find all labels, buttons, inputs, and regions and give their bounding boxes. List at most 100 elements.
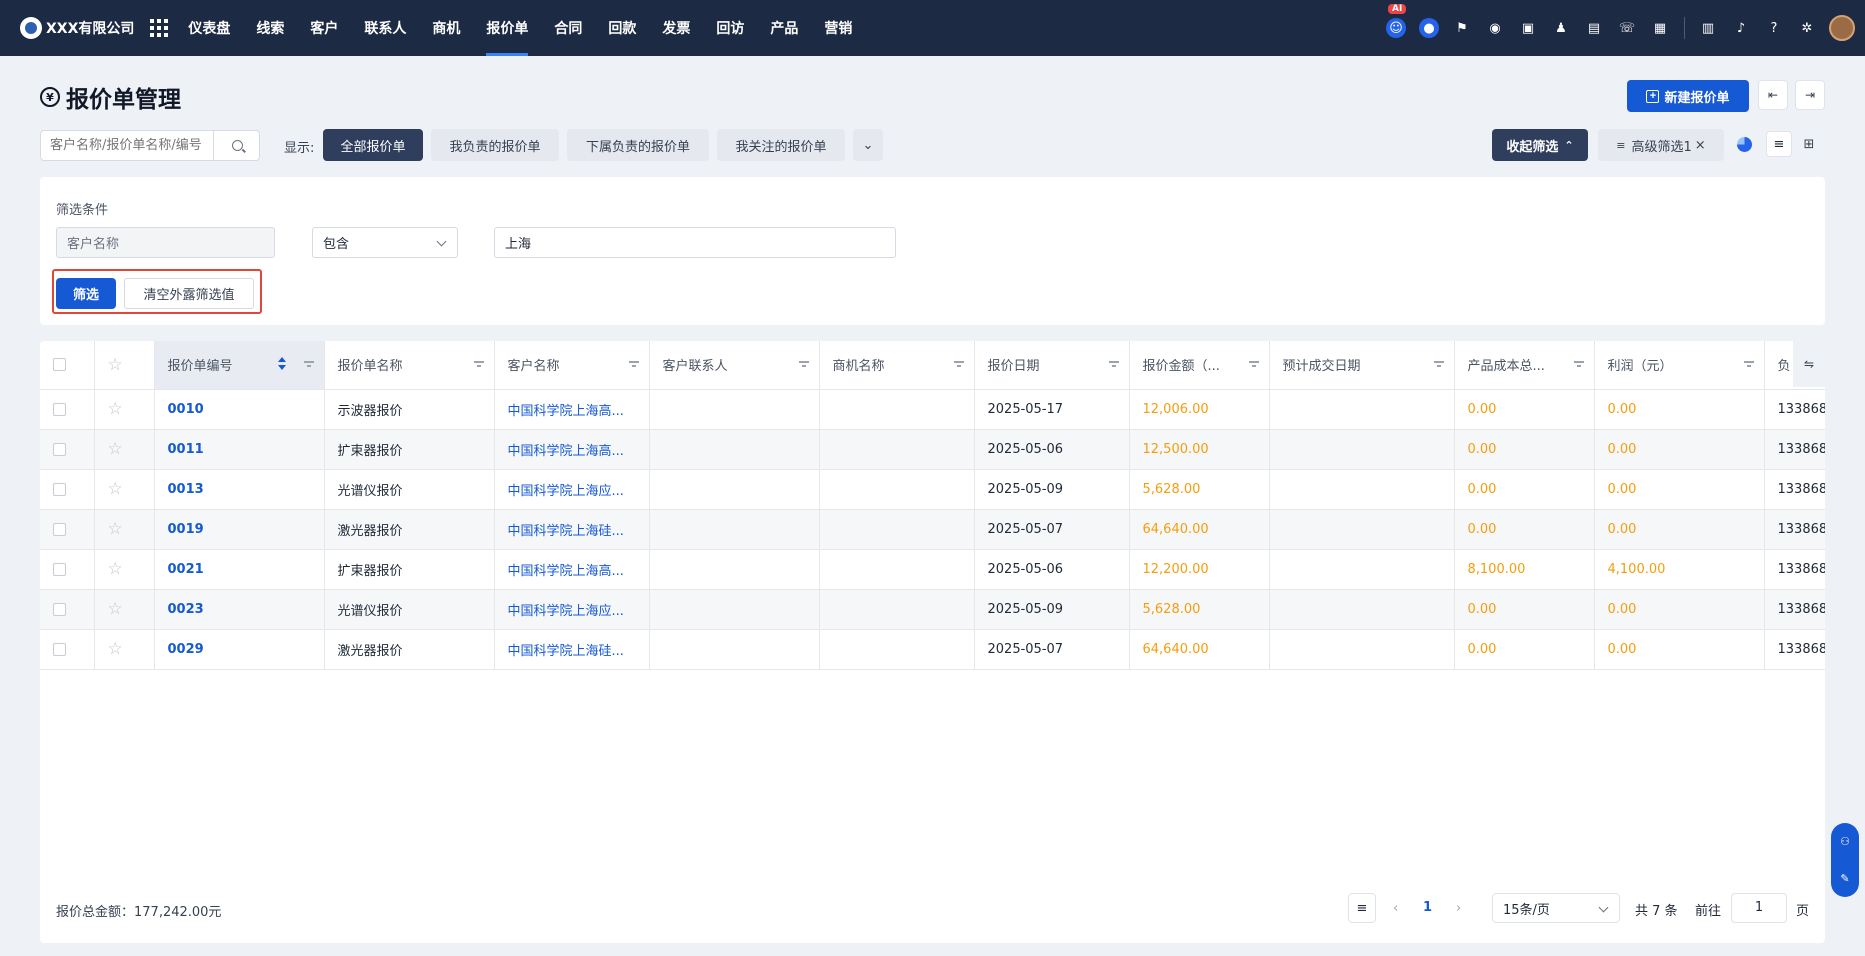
cell-code[interactable]: 0023: [154, 589, 325, 630]
filter-field-select[interactable]: 客户名称: [56, 227, 275, 258]
nav-item[interactable]: 客户: [310, 0, 338, 56]
row-checkbox[interactable]: [53, 642, 66, 656]
nav-item[interactable]: 仪表盘: [188, 0, 230, 56]
table-row[interactable]: ☆ 0023 光谱仪报价 中国科学院上海应... 2025-05-09 5,628.00 0…: [40, 589, 1825, 630]
cell-code[interactable]: 0013: [154, 469, 325, 510]
filter-value-input[interactable]: 上海: [494, 227, 896, 258]
nav-item[interactable]: 营销: [824, 0, 852, 56]
star-icon[interactable]: ☆: [108, 639, 123, 659]
col-header-cost[interactable]: 产品成本总...: [1454, 341, 1595, 390]
row-checkbox[interactable]: [53, 562, 66, 576]
document-icon[interactable]: ▤: [1584, 18, 1604, 38]
current-page[interactable]: 1: [1423, 900, 1432, 915]
prev-page-icon[interactable]: ‹: [1393, 901, 1398, 916]
tree-view-icon[interactable]: ⊞: [1796, 131, 1822, 157]
nav-item[interactable]: 回款: [608, 0, 636, 56]
nav-item[interactable]: 发票: [662, 0, 690, 56]
cell-customer[interactable]: 中国科学院上海应...: [494, 589, 650, 630]
collapse-filter-button[interactable]: 收起筛选 ⌃: [1492, 129, 1588, 161]
flag-icon[interactable]: ⚑: [1452, 18, 1472, 38]
goto-page-input[interactable]: 1: [1731, 893, 1787, 923]
apps-grid-icon[interactable]: [150, 19, 169, 37]
calendar-icon[interactable]: ▦: [1650, 18, 1670, 38]
col-header-profit[interactable]: 利润（元）: [1594, 341, 1765, 390]
star-icon[interactable]: ☆: [108, 599, 123, 619]
table-row[interactable]: ☆ 0019 激光器报价 中国科学院上海硅... 2025-05-07 64,640.00…: [40, 509, 1825, 550]
cell-customer[interactable]: 中国科学院上海高...: [494, 389, 650, 430]
more-tabs-chevron-icon[interactable]: ⌄: [853, 129, 883, 161]
search-icon[interactable]: [214, 131, 259, 160]
col-header-date[interactable]: 报价日期: [974, 341, 1130, 390]
table-row[interactable]: ☆ 0021 扩束器报价 中国科学院上海高... 2025-05-06 12,200.00…: [40, 549, 1825, 590]
cell-code[interactable]: 0021: [154, 549, 325, 590]
column-filter-icon[interactable]: [1248, 361, 1259, 368]
page-size-select[interactable]: 15条/页: [1492, 893, 1620, 923]
col-header-amount[interactable]: 报价金额（...: [1129, 341, 1270, 390]
column-filter-icon[interactable]: [1108, 361, 1119, 368]
cell-customer[interactable]: 中国科学院上海高...: [494, 429, 650, 470]
row-checkbox[interactable]: [53, 402, 66, 416]
export-icon[interactable]: ⇥: [1795, 80, 1825, 110]
table-row[interactable]: ☆ 0011 扩束器报价 中国科学院上海高... 2025-05-06 12,500.00…: [40, 429, 1825, 470]
star-icon[interactable]: ☆: [108, 479, 123, 499]
tab-followed-quotes[interactable]: 我关注的报价单: [717, 129, 845, 161]
advanced-filter-button[interactable]: ≡ 高级筛选1 ×: [1598, 129, 1724, 161]
col-header-opportunity[interactable]: 商机名称: [819, 341, 975, 390]
column-filter-icon[interactable]: [953, 361, 964, 368]
column-filter-icon[interactable]: [1743, 361, 1754, 368]
cell-customer[interactable]: 中国科学院上海应...: [494, 469, 650, 510]
phone-icon[interactable]: ☏: [1617, 18, 1637, 38]
row-checkbox[interactable]: [53, 442, 66, 456]
nav-item[interactable]: 报价单: [486, 0, 529, 56]
star-icon[interactable]: ☆: [108, 519, 123, 539]
column-filter-icon[interactable]: [798, 361, 809, 368]
column-filter-icon[interactable]: [303, 361, 314, 368]
nav-item[interactable]: 合同: [554, 0, 582, 56]
next-page-icon[interactable]: ›: [1456, 901, 1461, 916]
tab-subordinate-quotes[interactable]: 下属负责的报价单: [567, 129, 709, 161]
calendar-check-icon[interactable]: ▣: [1518, 18, 1538, 38]
nav-item[interactable]: 联系人: [364, 0, 406, 56]
ai-assistant-icon[interactable]: ☺ AI: [1386, 4, 1407, 38]
cell-customer[interactable]: 中国科学院上海硅...: [494, 509, 650, 550]
user-icon[interactable]: ♟: [1551, 18, 1571, 38]
tab-all-quotes[interactable]: 全部报价单: [323, 129, 423, 161]
bell-icon[interactable]: ♪: [1731, 18, 1751, 38]
star-icon[interactable]: ☆: [108, 399, 123, 419]
clear-filter-close-icon[interactable]: ×: [1695, 138, 1706, 153]
tab-my-quotes[interactable]: 我负责的报价单: [431, 129, 559, 161]
filter-operator-select[interactable]: 包含: [312, 227, 458, 258]
cell-customer[interactable]: 中国科学院上海高...: [494, 549, 650, 590]
col-header-name[interactable]: 报价单名称: [324, 341, 495, 390]
cell-code[interactable]: 0029: [154, 629, 325, 670]
pager-list-icon[interactable]: ≡: [1348, 893, 1376, 923]
chat-icon[interactable]: ●: [1419, 18, 1439, 38]
apply-filter-button[interactable]: 筛选: [56, 278, 116, 309]
list-view-icon[interactable]: ≡: [1766, 131, 1792, 157]
cell-code[interactable]: 0010: [154, 389, 325, 430]
column-filter-icon[interactable]: [473, 361, 484, 368]
chart-pie-icon[interactable]: [1737, 137, 1752, 152]
help-icon[interactable]: ?: [1764, 18, 1784, 38]
table-row[interactable]: ☆ 0013 光谱仪报价 中国科学院上海应... 2025-05-09 5,628.00 0…: [40, 469, 1825, 510]
column-filter-icon[interactable]: [1433, 361, 1444, 368]
column-filter-icon[interactable]: [628, 361, 639, 368]
share-icon[interactable]: ⚇: [1840, 835, 1850, 848]
col-header-contact[interactable]: 客户联系人: [649, 341, 820, 390]
cell-customer[interactable]: 中国科学院上海硅...: [494, 629, 650, 670]
col-header-code[interactable]: 报价单编号: [154, 341, 325, 390]
report-icon[interactable]: ▥: [1698, 18, 1718, 38]
col-header-expected-date[interactable]: 预计成交日期: [1269, 341, 1455, 390]
globe-icon[interactable]: ◉: [1485, 18, 1505, 38]
nav-item[interactable]: 产品: [770, 0, 798, 56]
user-avatar[interactable]: [1829, 15, 1855, 41]
table-row[interactable]: ☆ 0029 激光器报价 中国科学院上海硅... 2025-05-07 64,640.00…: [40, 629, 1825, 670]
table-row[interactable]: ☆ 0010 示波器报价 中国科学院上海高... 2025-05-17 12,006.00…: [40, 389, 1825, 430]
select-all-checkbox[interactable]: [53, 358, 66, 372]
cell-code[interactable]: 0011: [154, 429, 325, 470]
settings-gear-icon[interactable]: ✲: [1797, 18, 1817, 38]
column-settings-icon[interactable]: ⇋: [1793, 341, 1825, 387]
search-input[interactable]: [41, 131, 214, 160]
nav-item[interactable]: 商机: [432, 0, 460, 56]
nav-item[interactable]: 回访: [716, 0, 744, 56]
